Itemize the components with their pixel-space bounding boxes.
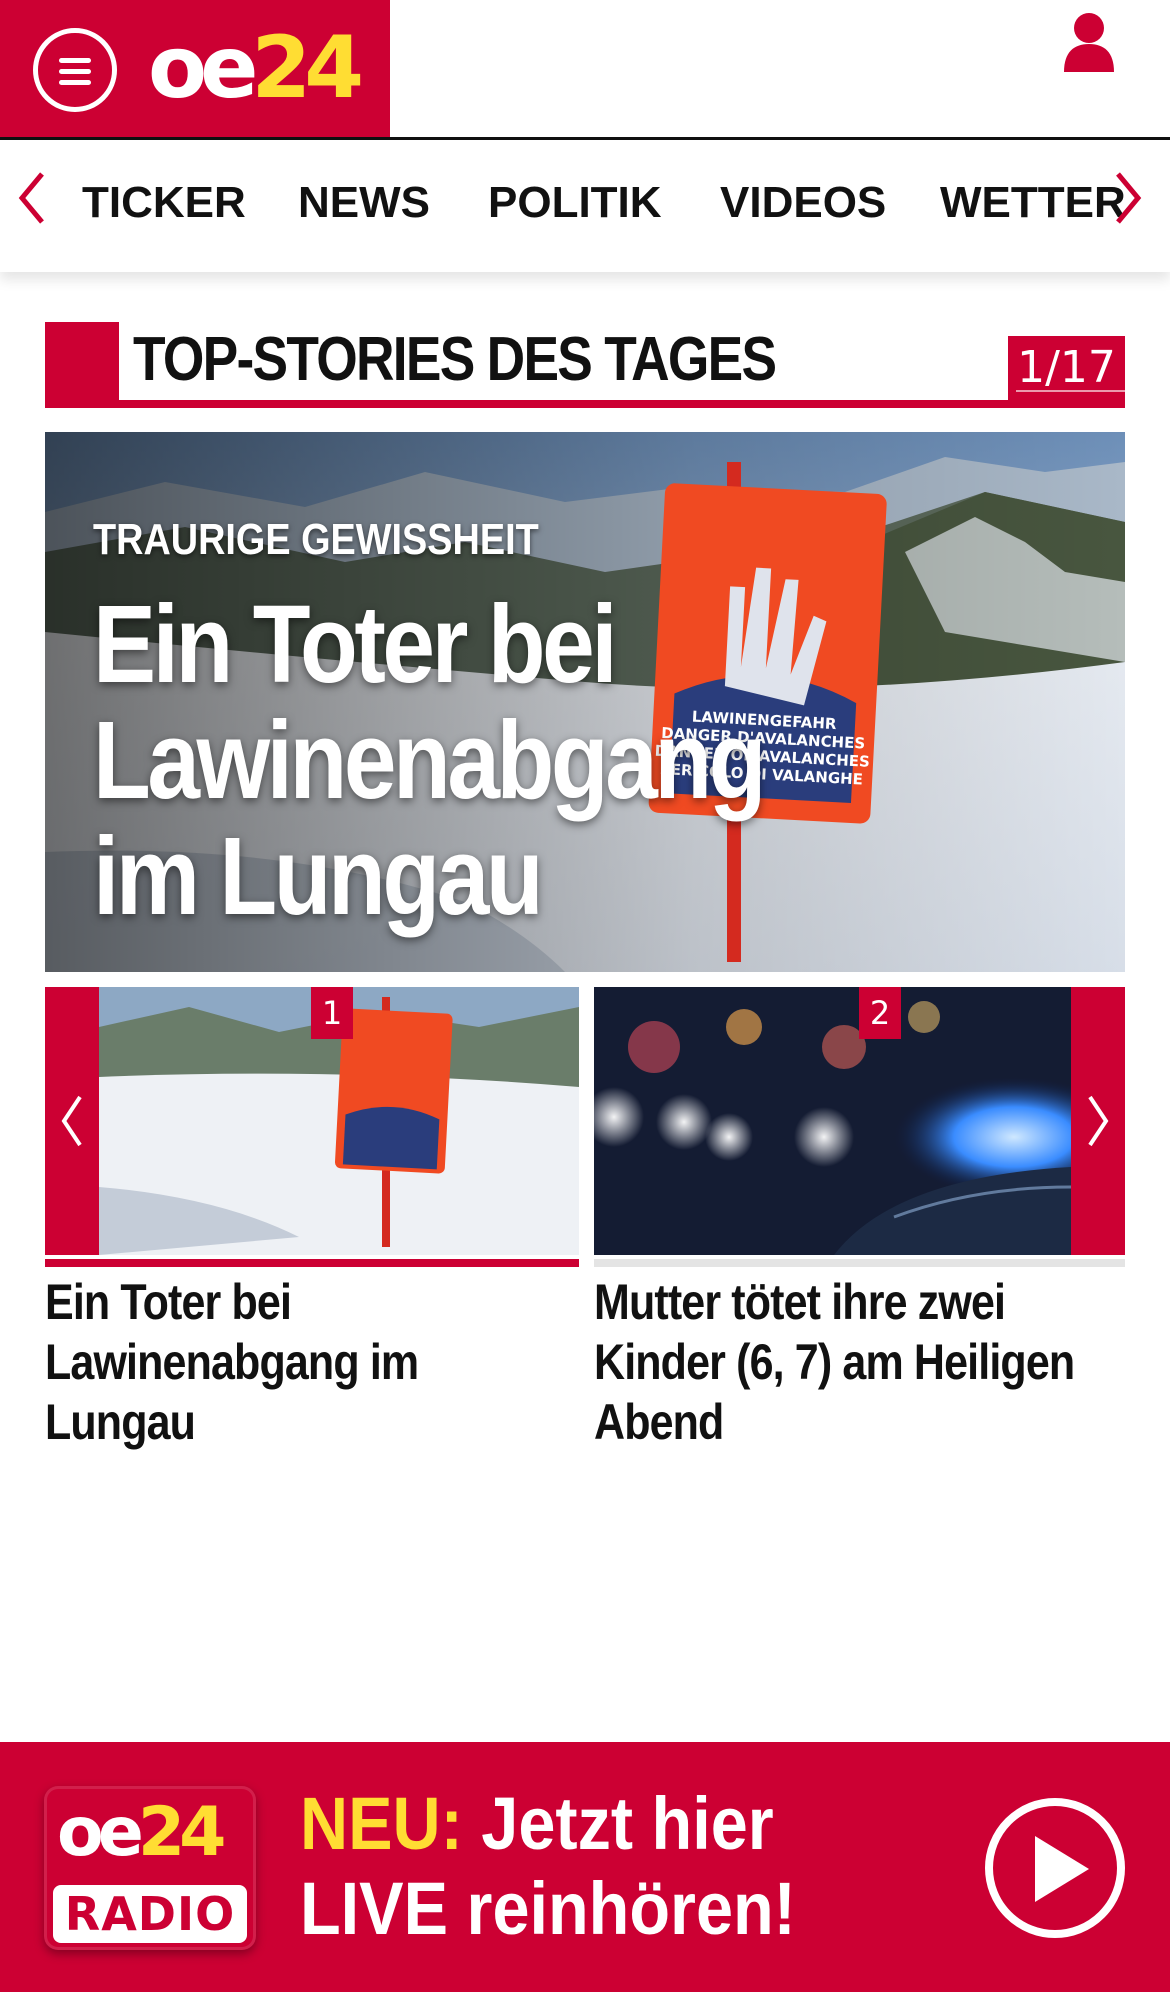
card-badge: 1 bbox=[311, 987, 353, 1039]
nav-item-videos[interactable]: VIDEOS bbox=[720, 178, 886, 228]
carousel-prev-button[interactable] bbox=[45, 987, 99, 1255]
nav-item-news[interactable]: NEWS bbox=[298, 178, 430, 228]
section-accent-block bbox=[45, 322, 119, 408]
radio-subline: LIVE reinhören! bbox=[300, 1867, 796, 1950]
card-title[interactable]: Ein Toter bei Lawinenabgang im Lungau bbox=[45, 1272, 578, 1452]
user-account-button[interactable] bbox=[1060, 10, 1118, 74]
hamburger-menu-button[interactable] bbox=[33, 28, 117, 112]
chevron-right-icon bbox=[1116, 172, 1142, 224]
hero-kicker: TRAURIGE GEWISSHEIT bbox=[93, 515, 539, 564]
story-carousel: 1 Ein Toter bei Lawinenabgang im Lungau bbox=[45, 987, 1125, 1450]
active-indicator bbox=[45, 1259, 579, 1267]
story-counter: 1/17 bbox=[1008, 336, 1125, 400]
chevron-left-icon bbox=[18, 172, 44, 224]
brand-block: oe24 bbox=[0, 0, 390, 137]
card-image bbox=[594, 987, 1071, 1255]
nav-item-wetter[interactable]: WETTER bbox=[940, 178, 1126, 228]
card-title[interactable]: Mutter tötet ihre zwei Kinder (6, 7) am … bbox=[594, 1272, 1127, 1452]
hero-story[interactable]: LAWINENGEFAHR DANGER D'AVALANCHES DANGER… bbox=[45, 432, 1125, 972]
play-icon bbox=[1035, 1836, 1089, 1902]
oe24-logo[interactable]: oe24 bbox=[148, 18, 364, 118]
inactive-indicator bbox=[594, 1259, 1125, 1267]
nav-item-ticker[interactable]: TICKER bbox=[82, 178, 246, 228]
hero-title: Ein Toter bei Lawinenabgang im Lungau bbox=[93, 583, 767, 938]
hamburger-menu-icon bbox=[59, 58, 91, 63]
carousel-next-button[interactable] bbox=[1071, 987, 1125, 1255]
section-title: TOP-STORIES DES TAGES bbox=[133, 325, 777, 394]
nav-item-politik[interactable]: POLITIK bbox=[488, 178, 662, 228]
card-badge: 2 bbox=[859, 987, 901, 1039]
top-stories-header: TOP-STORIES DES TAGES 1/17 bbox=[45, 322, 1125, 408]
chevron-left-icon bbox=[61, 1095, 82, 1147]
play-button[interactable] bbox=[985, 1798, 1125, 1938]
oe24-radio-logo: oe24 RADIO bbox=[44, 1786, 256, 1950]
category-nav: TICKER NEWS POLITIK VIDEOS WETTER bbox=[0, 140, 1170, 272]
chevron-right-icon bbox=[1088, 1095, 1109, 1147]
user-icon bbox=[1064, 13, 1114, 72]
nav-next-button[interactable] bbox=[1110, 170, 1146, 226]
radio-banner[interactable]: oe24 RADIO NEU: Jetzt hier LIVE reinhöre… bbox=[0, 1742, 1170, 1992]
nav-prev-button[interactable] bbox=[14, 170, 50, 226]
site-header: oe24 bbox=[0, 0, 1170, 140]
section-underline bbox=[45, 400, 1125, 408]
radio-headline: NEU: Jetzt hier bbox=[300, 1782, 774, 1865]
